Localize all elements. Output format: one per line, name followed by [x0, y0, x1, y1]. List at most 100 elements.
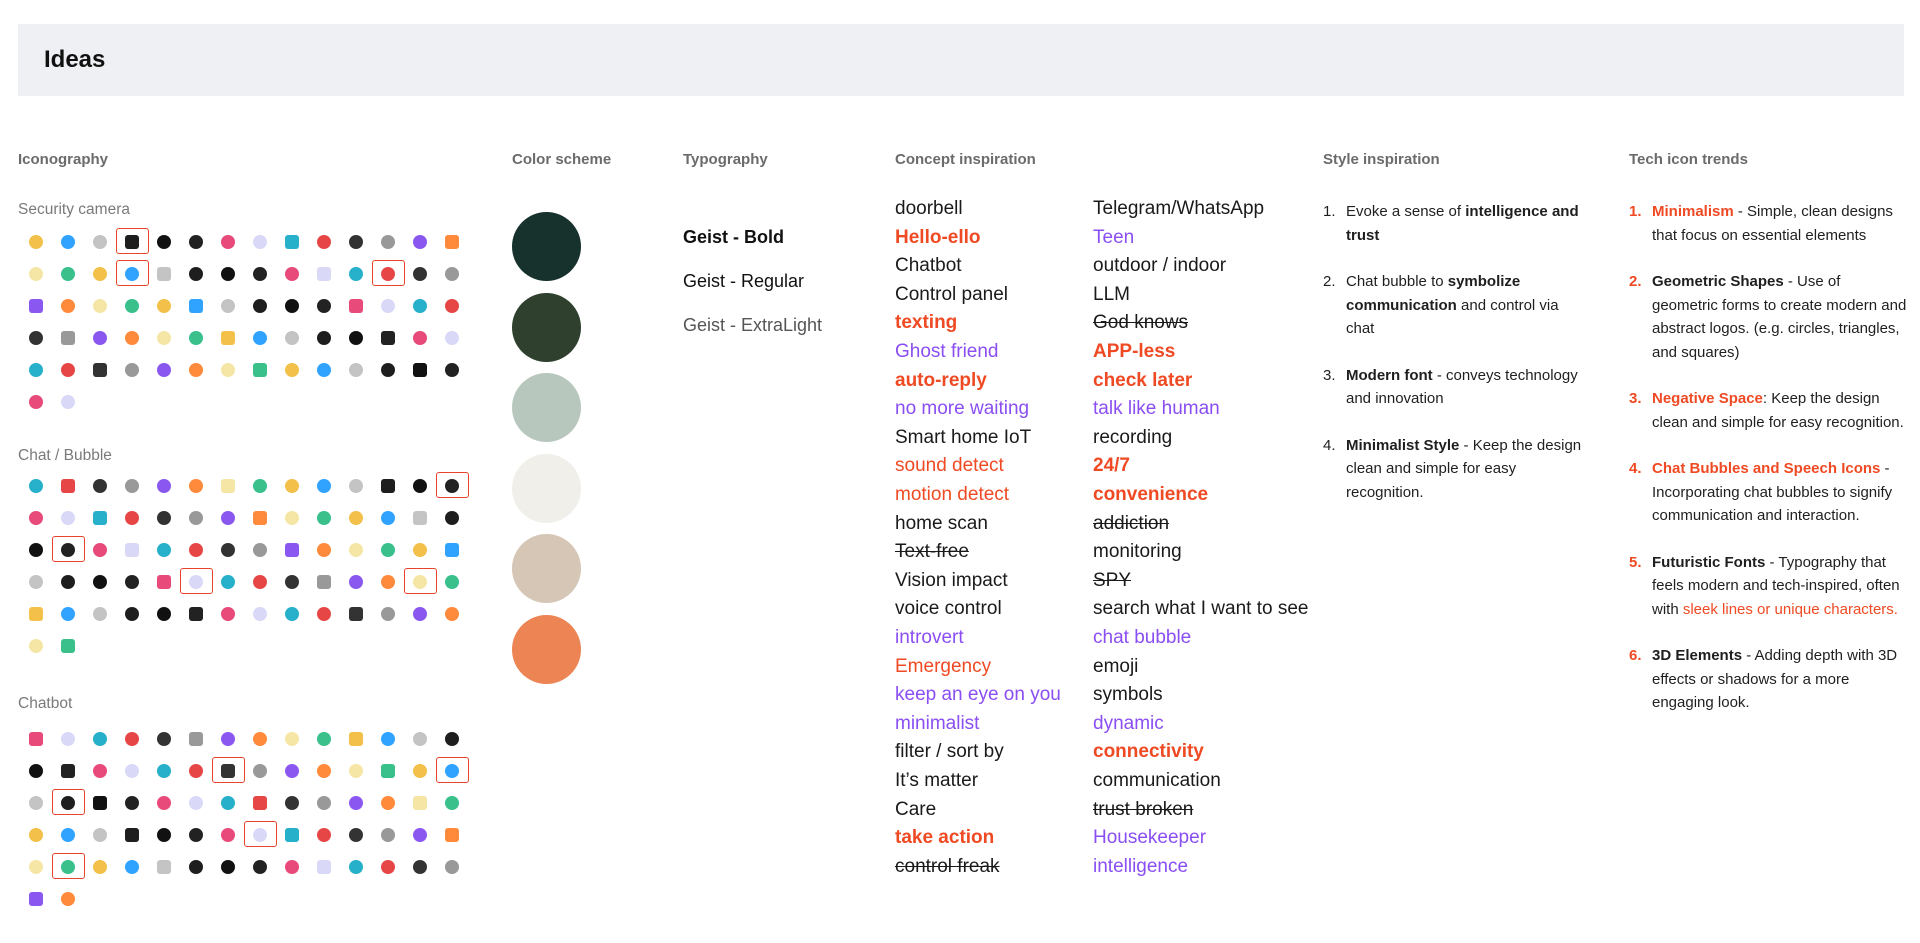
glyph-icon [381, 828, 395, 842]
sample-icon [212, 598, 244, 630]
style-item: 3. Modern font - conveys technology and i… [1323, 364, 1588, 411]
sample-icon [212, 502, 244, 534]
sample-icon [52, 534, 85, 566]
sample-icon [180, 502, 212, 534]
glyph-icon [381, 732, 395, 746]
glyph-icon [157, 732, 171, 746]
glyph-icon [445, 732, 459, 746]
trend-title: Geometric Shapes [1652, 273, 1784, 290]
sample-icon [84, 566, 116, 598]
glyph-icon [445, 575, 459, 589]
glyph-icon [285, 575, 299, 589]
sample-icon [436, 290, 468, 322]
sample-icon [20, 883, 52, 915]
sample-icon [52, 630, 84, 662]
sample-icon [308, 598, 340, 630]
sample-icon [84, 226, 116, 258]
concept-word: auto-reply [895, 369, 987, 391]
glyph-icon [413, 860, 427, 874]
glyph-icon [29, 639, 43, 653]
glyph-icon [61, 331, 75, 345]
concept-word: God knows [1093, 312, 1189, 334]
sample-icon [212, 723, 244, 755]
sample-icon [372, 755, 404, 787]
glyph-icon [189, 543, 203, 557]
tech-trends-heading: Tech icon trends [1629, 151, 1748, 168]
glyph-icon [189, 479, 203, 493]
glyph-icon [61, 543, 75, 557]
sample-icon [404, 290, 436, 322]
glyph-icon [29, 299, 43, 313]
glyph-icon [61, 363, 75, 377]
concept-word: dynamic [1093, 712, 1164, 734]
concept-word: outdoor / indoor [1093, 255, 1227, 277]
glyph-icon [157, 267, 171, 281]
glyph-icon [61, 828, 75, 842]
sample-icon [372, 566, 404, 598]
glyph-icon [61, 575, 75, 589]
glyph-icon [317, 575, 331, 589]
glyph-icon [93, 575, 107, 589]
glyph-icon [349, 331, 363, 345]
glyph-icon [381, 511, 395, 525]
concept-word: Care [895, 798, 937, 820]
concept-word: motion detect [895, 484, 1010, 505]
concept-word: Chatbot [895, 255, 962, 277]
concept-word: talk like human [1093, 398, 1220, 420]
concept-word: communication [1093, 770, 1221, 791]
sample-icon [84, 723, 116, 755]
glyph-icon [29, 607, 43, 621]
glyph-icon [221, 796, 235, 810]
glyph-icon [413, 543, 427, 557]
sample-icon [404, 787, 436, 819]
sample-icon [180, 819, 212, 851]
glyph-icon [221, 543, 235, 557]
glyph-icon [93, 607, 107, 621]
glyph-icon [381, 331, 395, 345]
glyph-icon [381, 796, 395, 810]
sample-icon [148, 851, 180, 883]
sample-icon [372, 258, 405, 290]
glyph-icon [413, 479, 427, 493]
glyph-icon [413, 267, 427, 281]
glyph-icon [221, 607, 235, 621]
sample-icon [404, 566, 437, 598]
sample-icon [212, 534, 244, 566]
glyph-icon [381, 267, 395, 281]
typography-sample-extralight: Geist - ExtraLight [683, 315, 823, 335]
sample-icon [180, 354, 212, 386]
chatbot-icon-grid [20, 723, 469, 915]
glyph-icon [349, 511, 363, 525]
sample-icon [20, 322, 52, 354]
sample-icon [308, 354, 340, 386]
sample-icon [372, 322, 404, 354]
glyph-icon [381, 543, 395, 557]
trend-item: 1. Minimalism - Simple, clean designs tha… [1629, 200, 1907, 247]
glyph-icon [317, 860, 331, 874]
glyph-icon [381, 363, 395, 377]
sample-icon [212, 354, 244, 386]
sample-icon [20, 723, 52, 755]
glyph-icon [349, 732, 363, 746]
sample-icon [276, 470, 308, 502]
glyph-icon [125, 607, 139, 621]
concept-word: introvert [895, 627, 964, 648]
sample-icon [180, 534, 212, 566]
sample-icon [180, 598, 212, 630]
sample-icon [244, 566, 276, 598]
sample-icon [340, 534, 372, 566]
sample-icon [212, 851, 244, 883]
concept-word: Control panel [895, 283, 1009, 305]
glyph-icon [189, 331, 203, 345]
chatbot-label: Chatbot [18, 695, 73, 712]
sample-icon [404, 851, 436, 883]
sample-icon [372, 226, 404, 258]
sample-icon [212, 470, 244, 502]
sample-icon [372, 534, 404, 566]
glyph-icon [381, 299, 395, 313]
concept-word: addiction [1093, 512, 1170, 534]
sample-icon [20, 386, 52, 418]
glyph-icon [93, 299, 107, 313]
sample-icon [52, 755, 84, 787]
glyph-icon [317, 235, 331, 249]
